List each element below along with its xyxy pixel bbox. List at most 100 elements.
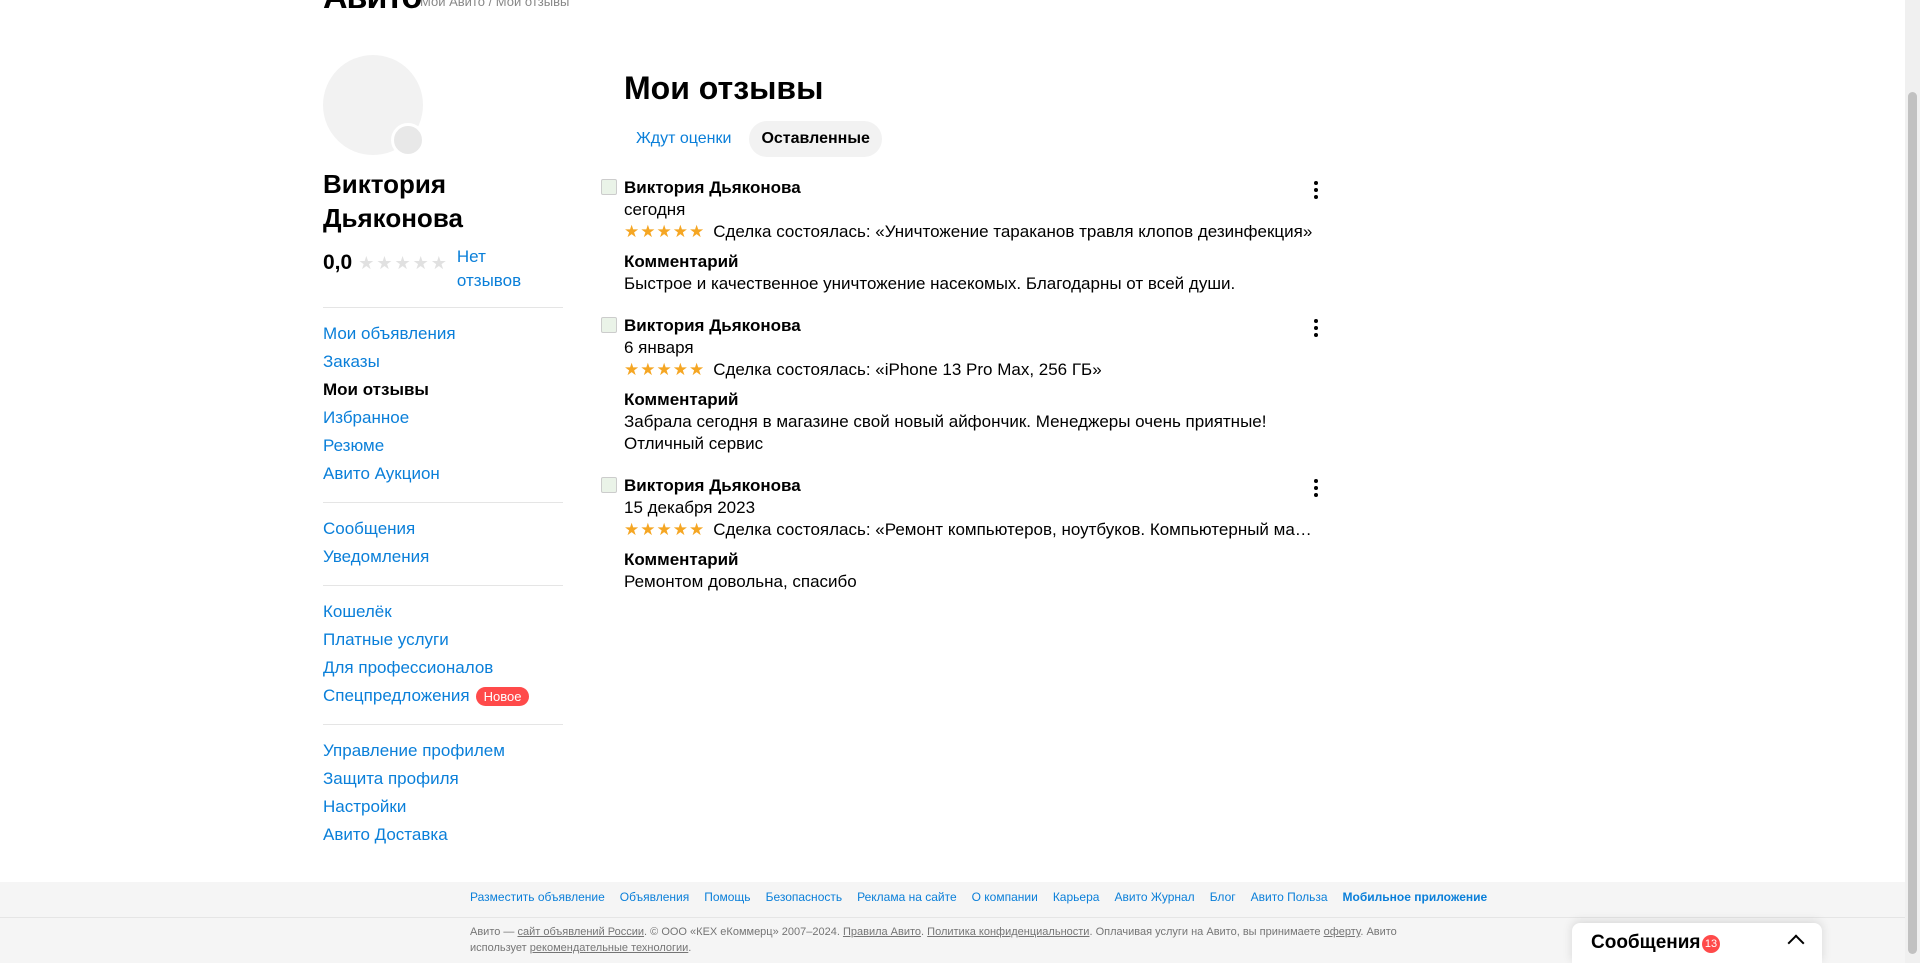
sidebar-item[interactable]: Уведомления: [323, 543, 563, 571]
sidebar-divider: [323, 585, 563, 586]
sidebar-item[interactable]: Настройки: [323, 793, 563, 821]
sidebar-item[interactable]: Резюме: [323, 432, 563, 460]
review-author[interactable]: Виктория Дьяконова: [624, 475, 1321, 497]
sidebar-item[interactable]: Сообщения: [323, 515, 563, 543]
review-deal-line: ★★★★★ Сделка состоялась: «Ремонт компьюте…: [624, 519, 1319, 541]
sidebar-divider: [323, 724, 563, 725]
profile-sidebar: Виктория Дьяконова 0,0 ★ ★ ★ ★ ★ Нет отзывов…: [323, 55, 563, 849]
review-card: Виктория Дьяконова сегодня ★★★★★ Сделка сос…: [601, 177, 1321, 295]
more-options-icon[interactable]: [1308, 479, 1324, 497]
tab-awaiting-rating[interactable]: Ждут оценки: [624, 121, 743, 157]
item-thumbnail[interactable]: [601, 477, 617, 493]
review-date: 15 декабря 2023: [624, 498, 756, 517]
avatar-status-icon: [391, 123, 425, 157]
footer-link-recommend[interactable]: рекомендательные технологии: [530, 942, 689, 954]
sidebar-item[interactable]: Избранное: [323, 404, 563, 432]
no-reviews-link[interactable]: Нет отзывов: [457, 245, 537, 293]
scrollbar[interactable]: [1905, 0, 1920, 963]
footer-link-privacy[interactable]: Политика конфиденциальности: [927, 926, 1089, 938]
sidebar-item[interactable]: Авито Доставка: [323, 821, 563, 849]
footer-link-site[interactable]: сайт объявлений России: [517, 926, 644, 938]
sidebar-item[interactable]: Авито Аукцион: [323, 460, 563, 488]
sidebar-item-label: Резюме: [323, 436, 385, 455]
sidebar-item[interactable]: Платные услуги: [323, 626, 563, 654]
review-body: Виктория Дьяконова 15 декабря 2023 ★★★★★ Сд…: [624, 475, 1321, 593]
footer-link[interactable]: Разместить объявление: [470, 890, 605, 904]
footer-link[interactable]: Авито Польза: [1251, 890, 1328, 904]
sidebar-item-label: Авито Доставка: [323, 825, 448, 844]
footer-link[interactable]: Мобильное приложение: [1343, 890, 1488, 904]
avito-logo[interactable]: Авито: [323, 0, 422, 17]
item-thumbnail[interactable]: [601, 179, 617, 195]
footer-link[interactable]: Безопасность: [766, 890, 843, 904]
sidebar-item[interactable]: Спецпредложения Новое: [323, 682, 563, 710]
sidebar-item-label: Настройки: [323, 797, 407, 816]
footer-link[interactable]: Карьера: [1053, 890, 1100, 904]
footer-link-offer[interactable]: оферту: [1324, 926, 1361, 938]
new-badge: Новое: [475, 687, 530, 707]
more-options-icon[interactable]: [1308, 319, 1324, 337]
sidebar-item-label: Защита профиля: [323, 769, 459, 788]
sidebar-item-label: Мои отзывы: [323, 380, 429, 399]
review-author[interactable]: Виктория Дьяконова: [624, 315, 1321, 337]
sidebar-item-label: Избранное: [323, 408, 410, 427]
copy-text: .: [688, 942, 692, 954]
sidebar-item[interactable]: Заказы: [323, 348, 563, 376]
sidebar-item[interactable]: Управление профилем: [323, 737, 563, 765]
messages-widget[interactable]: Сообщения 13: [1572, 923, 1822, 963]
footer-divider: [0, 917, 1905, 918]
sidebar-item-label: Платные услуги: [323, 630, 449, 649]
review-stars-icon: ★★★★★: [624, 520, 706, 539]
breadcrumb: Мой Авито / Мои отзывы: [420, 0, 570, 9]
comment-title: Комментарий: [624, 390, 739, 409]
review-deal: Сделка состоялась: «Ремонт компьютеров, …: [713, 520, 1319, 539]
sidebar-item-label: Управление профилем: [323, 741, 505, 760]
item-thumbnail[interactable]: [601, 317, 617, 333]
scrollbar-thumb[interactable]: [1908, 92, 1917, 954]
sidebar-item-label: Спецпредложения: [323, 686, 470, 705]
footer-link[interactable]: Объявления: [620, 890, 689, 904]
review-list: Виктория Дьяконова сегодня ★★★★★ Сделка сос…: [601, 177, 1321, 593]
star-icon: ★: [358, 253, 375, 273]
star-icon: ★: [412, 253, 429, 273]
comment-text: Быстрое и качественное уничтожение насек…: [624, 274, 1236, 293]
footer-link-rules[interactable]: Правила Авито: [843, 926, 921, 938]
review-stars-icon: ★★★★★: [624, 222, 706, 241]
sidebar-item[interactable]: Для профессионалов: [323, 654, 563, 682]
comment-title: Комментарий: [624, 550, 739, 569]
sidebar-item-label: Авито Аукцион: [323, 464, 440, 483]
sidebar-item-label: Заказы: [323, 352, 380, 371]
footer-link[interactable]: Реклама на сайте: [857, 890, 957, 904]
footer-link[interactable]: Помощь: [704, 890, 750, 904]
comment-title: Комментарий: [624, 252, 739, 271]
sidebar-item[interactable]: Мои отзывы: [323, 376, 563, 404]
chevron-up-icon[interactable]: [1787, 934, 1805, 952]
more-options-icon[interactable]: [1308, 181, 1324, 199]
review-tabs: Ждут оценки Оставленные: [624, 121, 1321, 157]
star-icon: ★: [394, 253, 411, 273]
tab-left-reviews[interactable]: Оставленные: [749, 121, 882, 157]
footer-link[interactable]: Блог: [1210, 890, 1236, 904]
comment-text: Забрала сегодня в магазине свой новый ай…: [624, 412, 1267, 453]
sidebar-item-label: Уведомления: [323, 547, 430, 566]
messages-count-badge: 13: [1702, 935, 1720, 953]
star-icon: ★: [430, 253, 447, 273]
rating-stars: ★ ★ ★ ★ ★: [358, 253, 449, 274]
review-deal-line: ★★★★★ Сделка состоялась: «Уничтожение тар…: [624, 221, 1319, 243]
sidebar-item-label: Сообщения: [323, 519, 416, 538]
footer-link[interactable]: О компании: [972, 890, 1038, 904]
star-icon: ★: [376, 253, 393, 273]
sidebar-item[interactable]: Мои объявления: [323, 320, 563, 348]
avatar[interactable]: [323, 55, 425, 157]
sidebar-item[interactable]: Защита профиля: [323, 765, 563, 793]
review-date: сегодня: [624, 200, 686, 219]
sidebar-item[interactable]: Кошелёк: [323, 598, 563, 626]
user-name: Виктория Дьяконова: [323, 169, 463, 233]
sidebar-divider: [323, 307, 563, 308]
review-deal: Сделка состоялась: «Уничтожение таракано…: [713, 222, 1313, 241]
review-author[interactable]: Виктория Дьяконова: [624, 177, 1321, 199]
footer-copyright: Авито — сайт объявлений России. © ООО «К…: [470, 924, 1420, 956]
footer-links: Разместить объявление Объявления Помощь Без…: [470, 890, 1502, 904]
footer-link[interactable]: Авито Журнал: [1114, 890, 1194, 904]
comment-text: Ремонтом довольна, спасибо: [624, 572, 857, 591]
